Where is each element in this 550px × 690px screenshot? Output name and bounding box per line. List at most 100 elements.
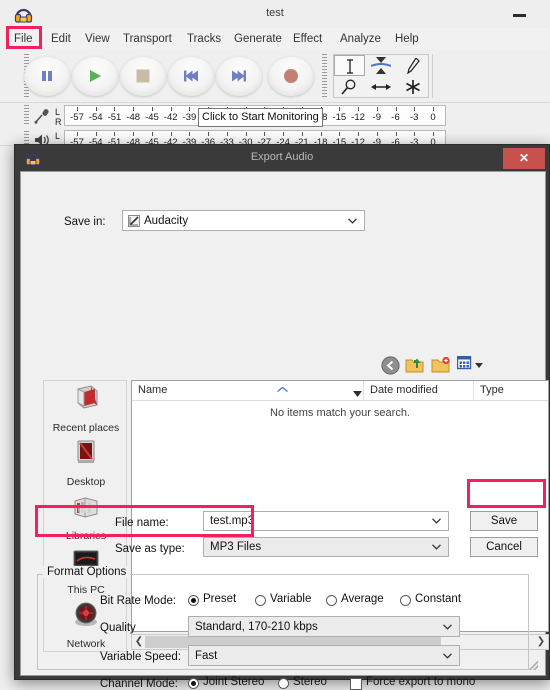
save-in-combo[interactable]: Audacity <box>122 210 365 231</box>
microphone-icon <box>34 108 51 127</box>
meter-tick <box>339 132 341 136</box>
place-item-label: Desktop <box>66 476 106 488</box>
meter-tick <box>170 132 172 136</box>
play-meter-channel-l: L <box>55 131 61 141</box>
recent-places-icon <box>71 383 101 416</box>
save-button[interactable]: Save <box>470 511 538 531</box>
radio-dot <box>255 595 266 606</box>
column-header-name[interactable]: Name <box>132 381 364 400</box>
save-button-label: Save <box>490 515 518 527</box>
meter-tick <box>320 132 322 136</box>
meter-tick <box>77 132 78 136</box>
save-as-type-label: Save as type: <box>115 543 185 555</box>
zoom-tool[interactable] <box>334 76 365 97</box>
meter-tick <box>301 132 303 136</box>
chevron-down-icon <box>432 515 441 527</box>
multi-tool[interactable] <box>398 76 429 97</box>
skip-to-end-button[interactable] <box>216 56 262 96</box>
minimize-button[interactable] <box>506 6 534 22</box>
record-meter-grip[interactable] <box>24 105 29 126</box>
create-new-folder-icon[interactable] <box>431 356 451 376</box>
column-filter-icon[interactable] <box>353 388 362 400</box>
meter-tick <box>376 132 378 136</box>
resize-grip[interactable] <box>529 661 538 670</box>
meter-tick <box>358 107 360 111</box>
place-item-libraries[interactable]: Libraries <box>44 489 128 543</box>
menu-tracks[interactable]: Tracks <box>182 31 226 47</box>
meter-scale-label: 0 <box>430 112 436 123</box>
bitrate-radio-preset-label: Preset <box>203 593 237 605</box>
cancel-button-label: Cancel <box>486 541 522 553</box>
channel-mode-label: Channel Mode: <box>100 678 178 690</box>
timeshift-tool[interactable] <box>366 76 397 97</box>
draw-tool[interactable] <box>398 55 429 76</box>
save-in-value: Audacity <box>144 214 189 227</box>
column-header-date-modified[interactable]: Date modified <box>364 381 474 400</box>
meter-tick <box>170 107 172 111</box>
meter-tick <box>114 132 116 136</box>
menu-analyze[interactable]: Analyze <box>335 31 386 47</box>
close-icon[interactable]: ✕ <box>503 148 545 169</box>
menu-view[interactable]: View <box>80 31 115 47</box>
up-one-level-icon[interactable] <box>405 356 425 376</box>
save-as-type-value: MP3 Files <box>210 541 262 553</box>
force-export-to-mono-label: Force export to mono <box>366 676 476 688</box>
variable-speed-combo[interactable]: Fast <box>188 645 460 666</box>
libraries-icon <box>71 491 101 524</box>
file-name-input[interactable]: test.mp3 <box>203 511 449 531</box>
bitrate-radio-variable-label: Variable <box>270 593 312 605</box>
scroll-right-arrow-icon[interactable]: ❯ <box>535 636 547 648</box>
meter-tick <box>133 132 135 136</box>
record-button[interactable] <box>268 56 314 96</box>
envelope-tool[interactable] <box>366 55 397 76</box>
menu-transport[interactable]: Transport <box>118 31 177 47</box>
play-button[interactable] <box>72 56 118 96</box>
play-meter-grip[interactable] <box>24 131 29 145</box>
stop-button[interactable] <box>120 56 166 96</box>
selection-tool[interactable] <box>334 55 365 76</box>
meter-tick <box>395 107 397 111</box>
export-audio-dialog: Export Audio ✕ Save in: Audacity Recent … <box>14 144 550 690</box>
radio-dot <box>188 678 199 689</box>
menu-generate[interactable]: Generate <box>229 31 287 47</box>
cancel-button[interactable]: Cancel <box>470 537 538 557</box>
place-item-desktop[interactable]: Desktop <box>44 435 128 489</box>
tools-toolbar-grip[interactable] <box>322 54 327 98</box>
menu-effect[interactable]: Effect <box>288 31 327 47</box>
place-item-recent-places[interactable]: Recent places <box>44 381 128 435</box>
audacity-folder-icon <box>128 215 140 230</box>
quality-label: Quality <box>100 622 136 634</box>
checkbox-box <box>350 678 362 690</box>
quality-combo[interactable]: Standard, 170-210 kbps <box>188 616 460 637</box>
meter-tick <box>414 107 416 111</box>
page-title: test <box>266 7 284 19</box>
menu-edit[interactable]: Edit <box>46 31 76 47</box>
dialog-title: Export Audio <box>250 151 314 163</box>
file-menu-highlight <box>6 26 42 49</box>
file-name-value: test.mp3 <box>210 515 255 527</box>
empty-message: No items match your search. <box>270 407 410 419</box>
chevron-down-icon <box>432 541 441 553</box>
toolbar-separator <box>432 54 433 98</box>
views-icon[interactable] <box>456 355 485 376</box>
bit-rate-mode-label: Bit Rate Mode: <box>100 595 177 607</box>
save-as-type-combo[interactable]: MP3 Files <box>203 537 449 557</box>
meter-tick <box>358 132 360 136</box>
pause-button[interactable] <box>24 56 70 96</box>
chevron-down-icon <box>348 215 357 227</box>
dialog-titlebar: Export Audio ✕ <box>15 145 549 171</box>
back-icon[interactable] <box>381 356 401 376</box>
channel-radio-stereo-label: Stereo <box>293 676 327 688</box>
meter-tick <box>133 107 135 111</box>
monitoring-tooltip: Click to Start Monitoring <box>198 108 323 127</box>
column-header-type[interactable]: Type <box>474 381 548 400</box>
chevron-down-icon <box>443 621 452 633</box>
menu-help[interactable]: Help <box>390 31 424 47</box>
dialog-body: Save in: Audacity Recent places Desktop … <box>20 171 549 690</box>
quality-value: Standard, 170-210 kbps <box>195 620 318 633</box>
skip-to-start-button[interactable] <box>168 56 214 96</box>
meter-tick <box>433 107 434 111</box>
sort-ascending-icon <box>277 383 288 395</box>
radio-dot <box>326 595 337 606</box>
meter-tick <box>264 132 266 136</box>
